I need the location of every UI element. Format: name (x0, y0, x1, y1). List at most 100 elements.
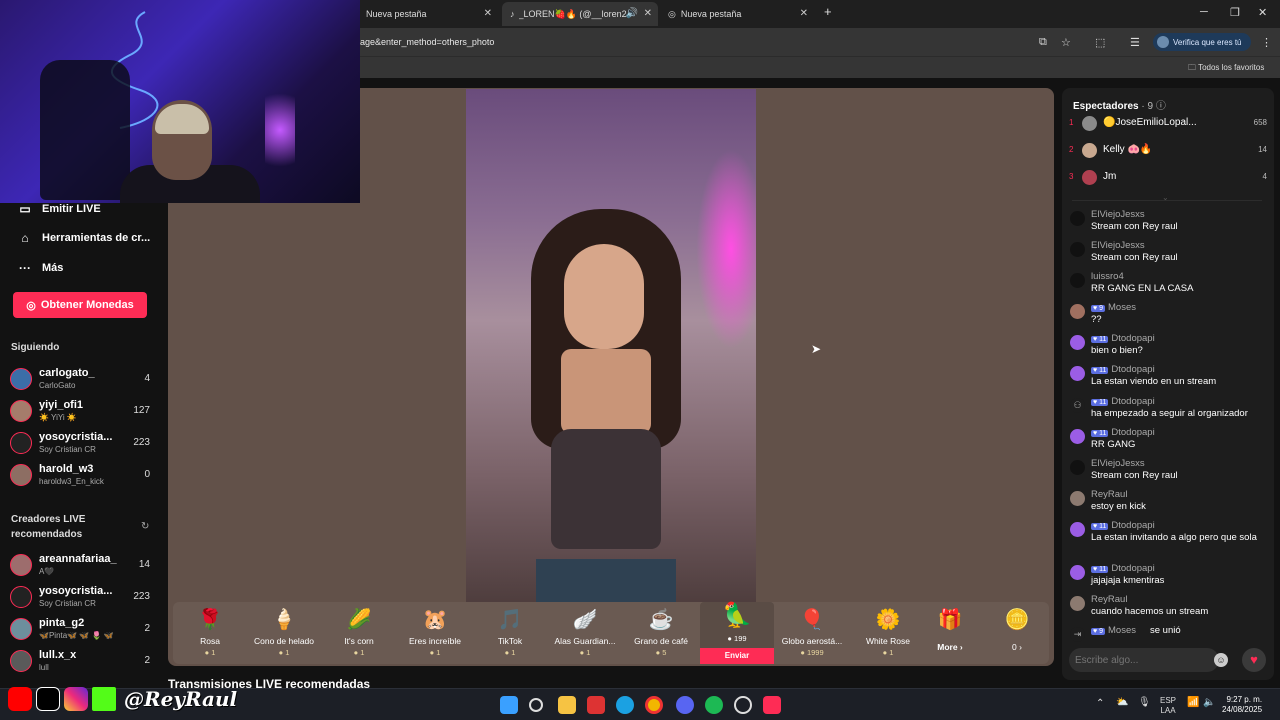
badge-value: 11 (1099, 430, 1107, 437)
translate-icon[interactable]: ⧉ (1039, 36, 1047, 49)
level-badge: ♥ 9 (1091, 628, 1106, 635)
gift-item[interactable]: 🎈 Globo aerostá... ● 1999 (775, 602, 849, 664)
gift-icon: 🐹 (422, 609, 448, 631)
recommended-account[interactable]: lull.x_x lull 2 (10, 648, 160, 676)
chat-username[interactable]: ♥ 9 Moses (1091, 302, 1136, 313)
wifi-icon[interactable]: 📶 (1187, 698, 1199, 708)
live-video[interactable] (466, 89, 756, 604)
chat-username[interactable]: ♥ 11 Dtodopapi (1091, 520, 1155, 531)
recommended-account[interactable]: areannafariaa_ A🖤 14 (10, 552, 160, 580)
network-icon[interactable]: ⛅ (1116, 698, 1128, 708)
following-account[interactable]: harold_w3 haroldw3_En_kick 0 (10, 462, 160, 490)
top-viewer[interactable]: 2 Kelly 🐽🔥 14 (1069, 141, 1267, 163)
refresh-icon[interactable]: ↻ (141, 521, 149, 532)
like-heart-button[interactable]: ♥ (1242, 648, 1266, 672)
all-favorites-button[interactable]: 🗀 Todos los favoritos (1188, 62, 1264, 76)
folder-icon: 🗀 (1188, 63, 1196, 72)
star-icon[interactable]: ☆ (1061, 36, 1071, 49)
tab-new-2[interactable]: ◎ Nueva pestaña ✕ (660, 2, 814, 26)
gift-item[interactable]: ☕ Grano de café ● 5 (624, 602, 698, 664)
chat-username[interactable]: ♥ 11 Dtodopapi (1091, 333, 1155, 344)
chat-username[interactable]: ReyRaul (1091, 594, 1127, 605)
nav-more[interactable]: ··· Más (18, 261, 63, 275)
chat-username[interactable]: ♥ 11 Dtodopapi (1091, 396, 1155, 407)
restore-icon[interactable]: ❐ (1230, 6, 1240, 19)
tab-new-1[interactable]: Nueva pestaña ✕ (358, 2, 498, 26)
chat-username[interactable]: ElViejoJesxs (1091, 458, 1145, 469)
nav-creator-tools[interactable]: ⌂ Herramientas de cr... (18, 231, 150, 245)
account-sub: haroldw3_En_kick (39, 477, 104, 486)
level-badge: ♥ 11 (1091, 367, 1109, 374)
minimize-icon[interactable]: ─ (1200, 6, 1208, 18)
username-text: ReyRaul (1091, 489, 1128, 500)
reading-list-icon[interactable]: ☰ (1130, 36, 1140, 49)
chat-username[interactable]: ReyRaul (1091, 489, 1127, 500)
chat-username[interactable]: ElViejoJesxs (1091, 209, 1145, 220)
new-tab-button[interactable]: + (824, 4, 832, 19)
gift-item[interactable]: 🌼 White Rose ● 1 (851, 602, 925, 664)
close-icon[interactable]: ✕ (800, 8, 808, 19)
get-coins-button[interactable]: ◎ Obtener Monedas (13, 292, 147, 318)
gift-price: ● 1 (353, 648, 365, 657)
url-text[interactable]: age&enter_method=others_photo (360, 37, 494, 47)
chrome-icon[interactable] (645, 696, 663, 714)
viewer-name: Jm (1103, 171, 1117, 182)
profile-verify-button[interactable]: Verifica que eres tú (1153, 33, 1251, 51)
tab-tiktok-live[interactable]: ♪ _LOREN🍓🔥 (@__loren2 I 🔊 ✕ (502, 2, 658, 26)
gift-item[interactable]: 🍦 Cono de helado ● 1 (247, 602, 321, 664)
chat-username[interactable]: ElViejoJesxs (1091, 240, 1145, 251)
microphone-icon[interactable]: 🎙 (1138, 698, 1151, 708)
chat-username[interactable]: ♥ 9 Moses (1091, 625, 1136, 636)
volume-icon[interactable]: 🔈 (1203, 698, 1215, 708)
speaker-icon[interactable]: 🔊 (626, 8, 638, 19)
menu-dots-icon[interactable]: ⋮ (1261, 36, 1272, 49)
top-viewer[interactable]: 1 🟡JoseEmilioLopal... 658 (1069, 114, 1267, 136)
following-account[interactable]: yiyi_ofi1 ☀️ YiYi ☀️ 127 (10, 398, 160, 426)
gift-item-selected[interactable]: 🦜 ● 199 Enviar (700, 602, 774, 664)
chat-username[interactable]: ♥ 11 Dtodopapi (1091, 563, 1155, 574)
emoji-icon[interactable]: ☺ (1214, 653, 1228, 667)
close-window-icon[interactable]: ✕ (1258, 6, 1267, 19)
file-explorer-icon[interactable] (558, 696, 576, 714)
badge-value: 11 (1099, 566, 1107, 573)
recommended-account[interactable]: yosoycristia... Soy Cristian CR 223 (10, 584, 160, 612)
username-text: Dtodopapi (1111, 364, 1155, 375)
chat-username[interactable]: luissro4 (1091, 271, 1124, 282)
spotify-icon[interactable] (705, 696, 723, 714)
rank-number: 1 (1069, 118, 1074, 127)
clock[interactable]: 9:27 p. m. 24/08/2025 (1222, 695, 1262, 715)
username-text: ElViejoJesxs (1091, 209, 1145, 220)
avatar (1070, 366, 1085, 381)
tiktok-studio-icon[interactable] (763, 696, 781, 714)
gift-item[interactable]: 🎵 TikTok ● 1 (473, 602, 547, 664)
close-icon[interactable]: ✕ (484, 8, 492, 19)
more-gifts-button[interactable]: 🎁 More › (917, 602, 983, 664)
send-gift-button[interactable]: Enviar (700, 648, 774, 664)
search-icon[interactable] (529, 698, 543, 712)
chevron-down-icon[interactable]: ⌄ (1162, 193, 1169, 202)
following-account[interactable]: yosoycristia... Soy Cristian CR 223 (10, 430, 160, 458)
gift-item[interactable]: 🐹 Eres increíble ● 1 (398, 602, 472, 664)
chat-input[interactable] (1069, 648, 1219, 672)
gift-item[interactable]: 🌹 Rosa ● 1 (173, 602, 247, 664)
coin-balance-button[interactable]: 🪙 0 › (985, 602, 1049, 664)
gift-icon: 🎵 (497, 609, 523, 631)
nav-go-live[interactable]: ▭ Emitir LIVE (18, 202, 100, 216)
top-viewer[interactable]: 3 Jm 4 (1069, 168, 1267, 190)
gift-item[interactable]: 🪽 Alas Guardian... ● 1 (548, 602, 622, 664)
info-icon[interactable]: ⓘ (1156, 101, 1166, 112)
edge-icon[interactable] (616, 696, 634, 714)
discord-icon[interactable] (676, 696, 694, 714)
chat-username[interactable]: ♥ 11 Dtodopapi (1091, 427, 1155, 438)
app-icon[interactable] (587, 696, 605, 714)
close-icon[interactable]: ✕ (644, 8, 652, 19)
chevron-up-icon[interactable]: ⌃ (1096, 699, 1104, 709)
gift-item[interactable]: 🌽 It's corn ● 1 (322, 602, 396, 664)
following-account[interactable]: carlogato_ CarloGato 4 (10, 366, 160, 394)
extensions-icon[interactable]: ⬚ (1095, 36, 1105, 49)
chat-username[interactable]: ♥ 11 Dtodopapi (1091, 364, 1155, 375)
windows-start-icon[interactable] (500, 696, 518, 714)
recommended-account[interactable]: pinta_g2 🦋Pinta🦋 🦋 🌷 🦋 2 (10, 616, 160, 644)
obs-icon[interactable] (734, 696, 752, 714)
language-indicator[interactable]: ESP LAA (1160, 696, 1176, 716)
